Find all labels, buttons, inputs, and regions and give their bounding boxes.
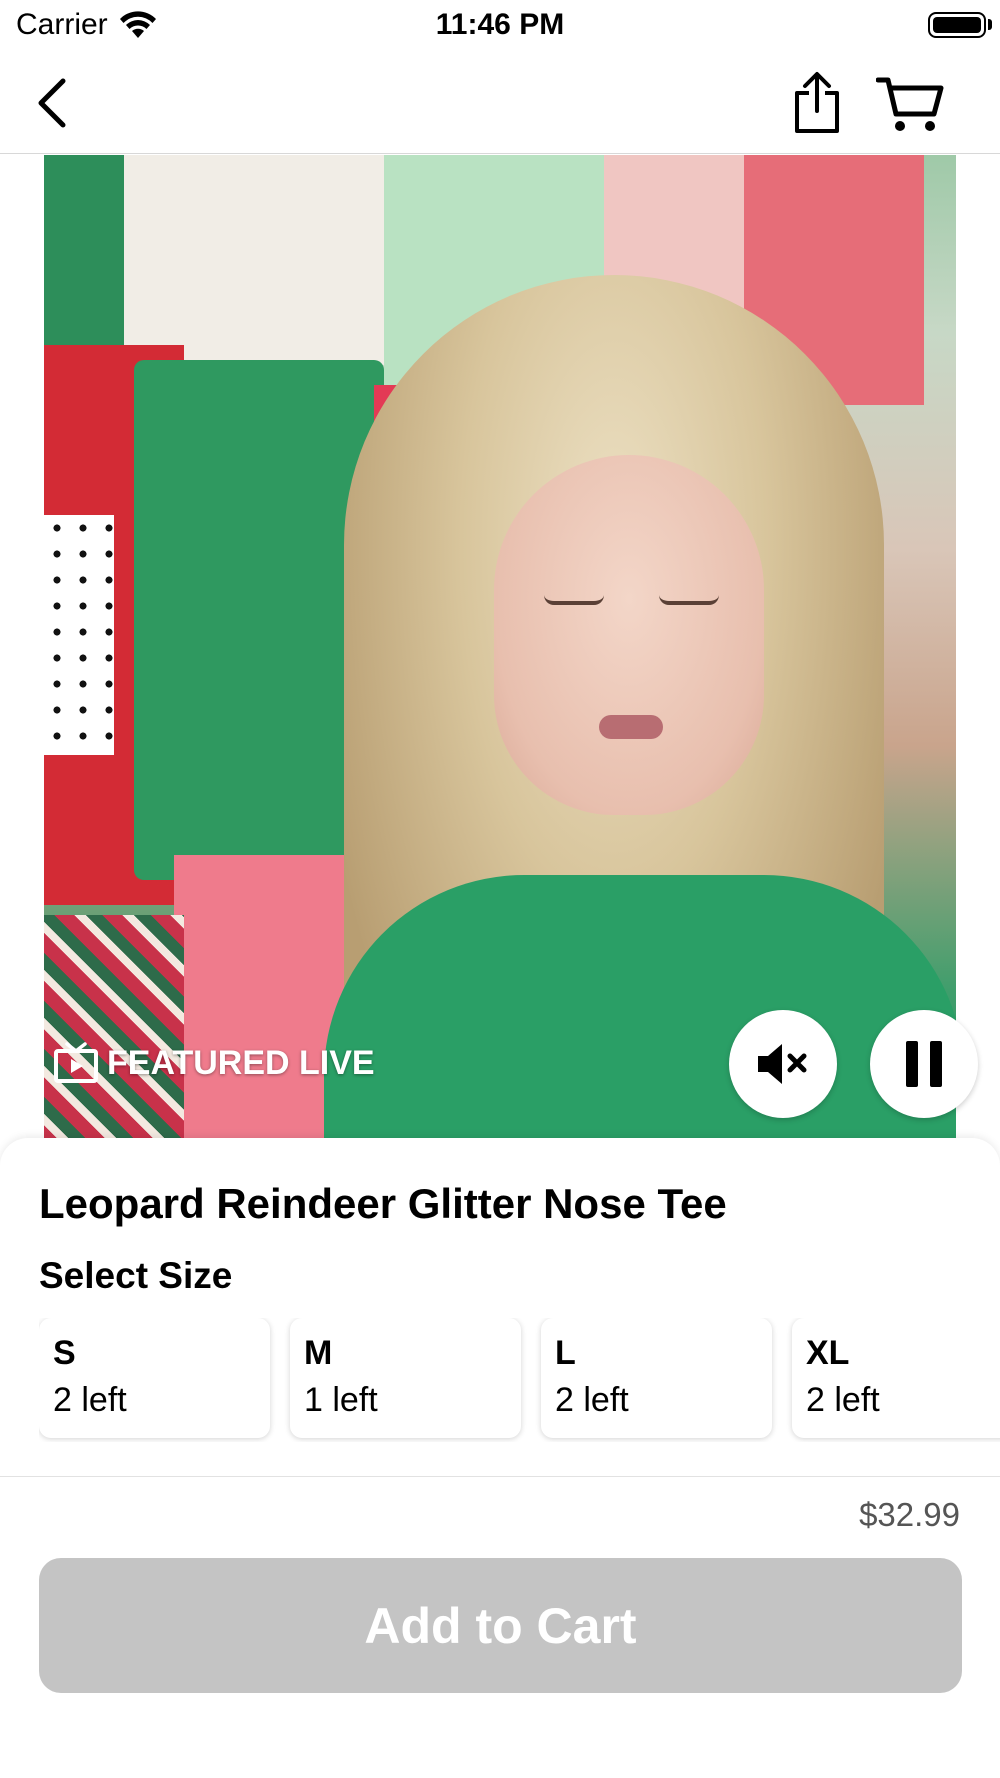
featured-live-badge: FEATURED LIVE — [53, 1042, 375, 1084]
size-label: L — [555, 1334, 576, 1372]
product-title: Leopard Reindeer Glitter Nose Tee — [39, 1180, 727, 1227]
size-heading: Select Size — [39, 1255, 233, 1296]
size-stock: 2 left — [53, 1381, 127, 1419]
size-stock: 2 left — [555, 1381, 629, 1419]
chevron-left-icon — [38, 78, 66, 128]
size-option-xl[interactable]: XL 2 left — [792, 1318, 1000, 1438]
status-time: 11:46 PM — [435, 8, 565, 41]
size-stock: 1 left — [304, 1381, 378, 1419]
size-option-l[interactable]: L 2 left — [541, 1318, 772, 1438]
background-shirt — [44, 915, 184, 1140]
size-label: S — [53, 1334, 76, 1372]
presenter-eye — [544, 595, 604, 605]
background-shirt — [44, 515, 114, 755]
size-stock: 2 left — [806, 1381, 880, 1419]
battery-tip — [988, 19, 992, 30]
size-label: M — [304, 1334, 333, 1372]
share-button[interactable] — [786, 66, 848, 140]
presenter-eye — [659, 595, 719, 605]
size-option-m[interactable]: M 1 left — [290, 1318, 521, 1438]
presenter-shirt — [324, 875, 956, 1140]
size-label: XL — [806, 1334, 850, 1372]
pause-button[interactable] — [870, 1010, 978, 1118]
mute-button[interactable] — [729, 1010, 837, 1118]
presenter-lips — [599, 715, 663, 739]
product-sheet: Leopard Reindeer Glitter Nose Tee Select… — [0, 1138, 1000, 1778]
background-shirt — [124, 155, 384, 365]
battery-icon — [928, 12, 986, 38]
size-selector[interactable]: S 2 left M 1 left L 2 left XL 2 left — [39, 1318, 1000, 1442]
navigation-bar — [0, 52, 1000, 154]
size-option-s[interactable]: S 2 left — [39, 1318, 270, 1438]
product-price: $32.99 — [859, 1496, 960, 1533]
featured-live-label: FEATURED LIVE — [107, 1043, 375, 1082]
divider — [0, 1476, 1000, 1477]
live-video-player[interactable] — [44, 155, 956, 1140]
share-icon — [795, 72, 839, 133]
pause-icon — [906, 1041, 942, 1087]
back-button[interactable] — [22, 72, 82, 134]
status-bar: Carrier 11:46 PM — [0, 0, 1000, 52]
cart-icon — [876, 77, 944, 131]
presenter-face — [494, 455, 764, 815]
mute-icon — [758, 1044, 807, 1084]
tv-icon — [54, 1042, 98, 1083]
add-to-cart-button[interactable]: Add to Cart — [39, 1558, 962, 1693]
cart-button[interactable] — [874, 70, 946, 138]
